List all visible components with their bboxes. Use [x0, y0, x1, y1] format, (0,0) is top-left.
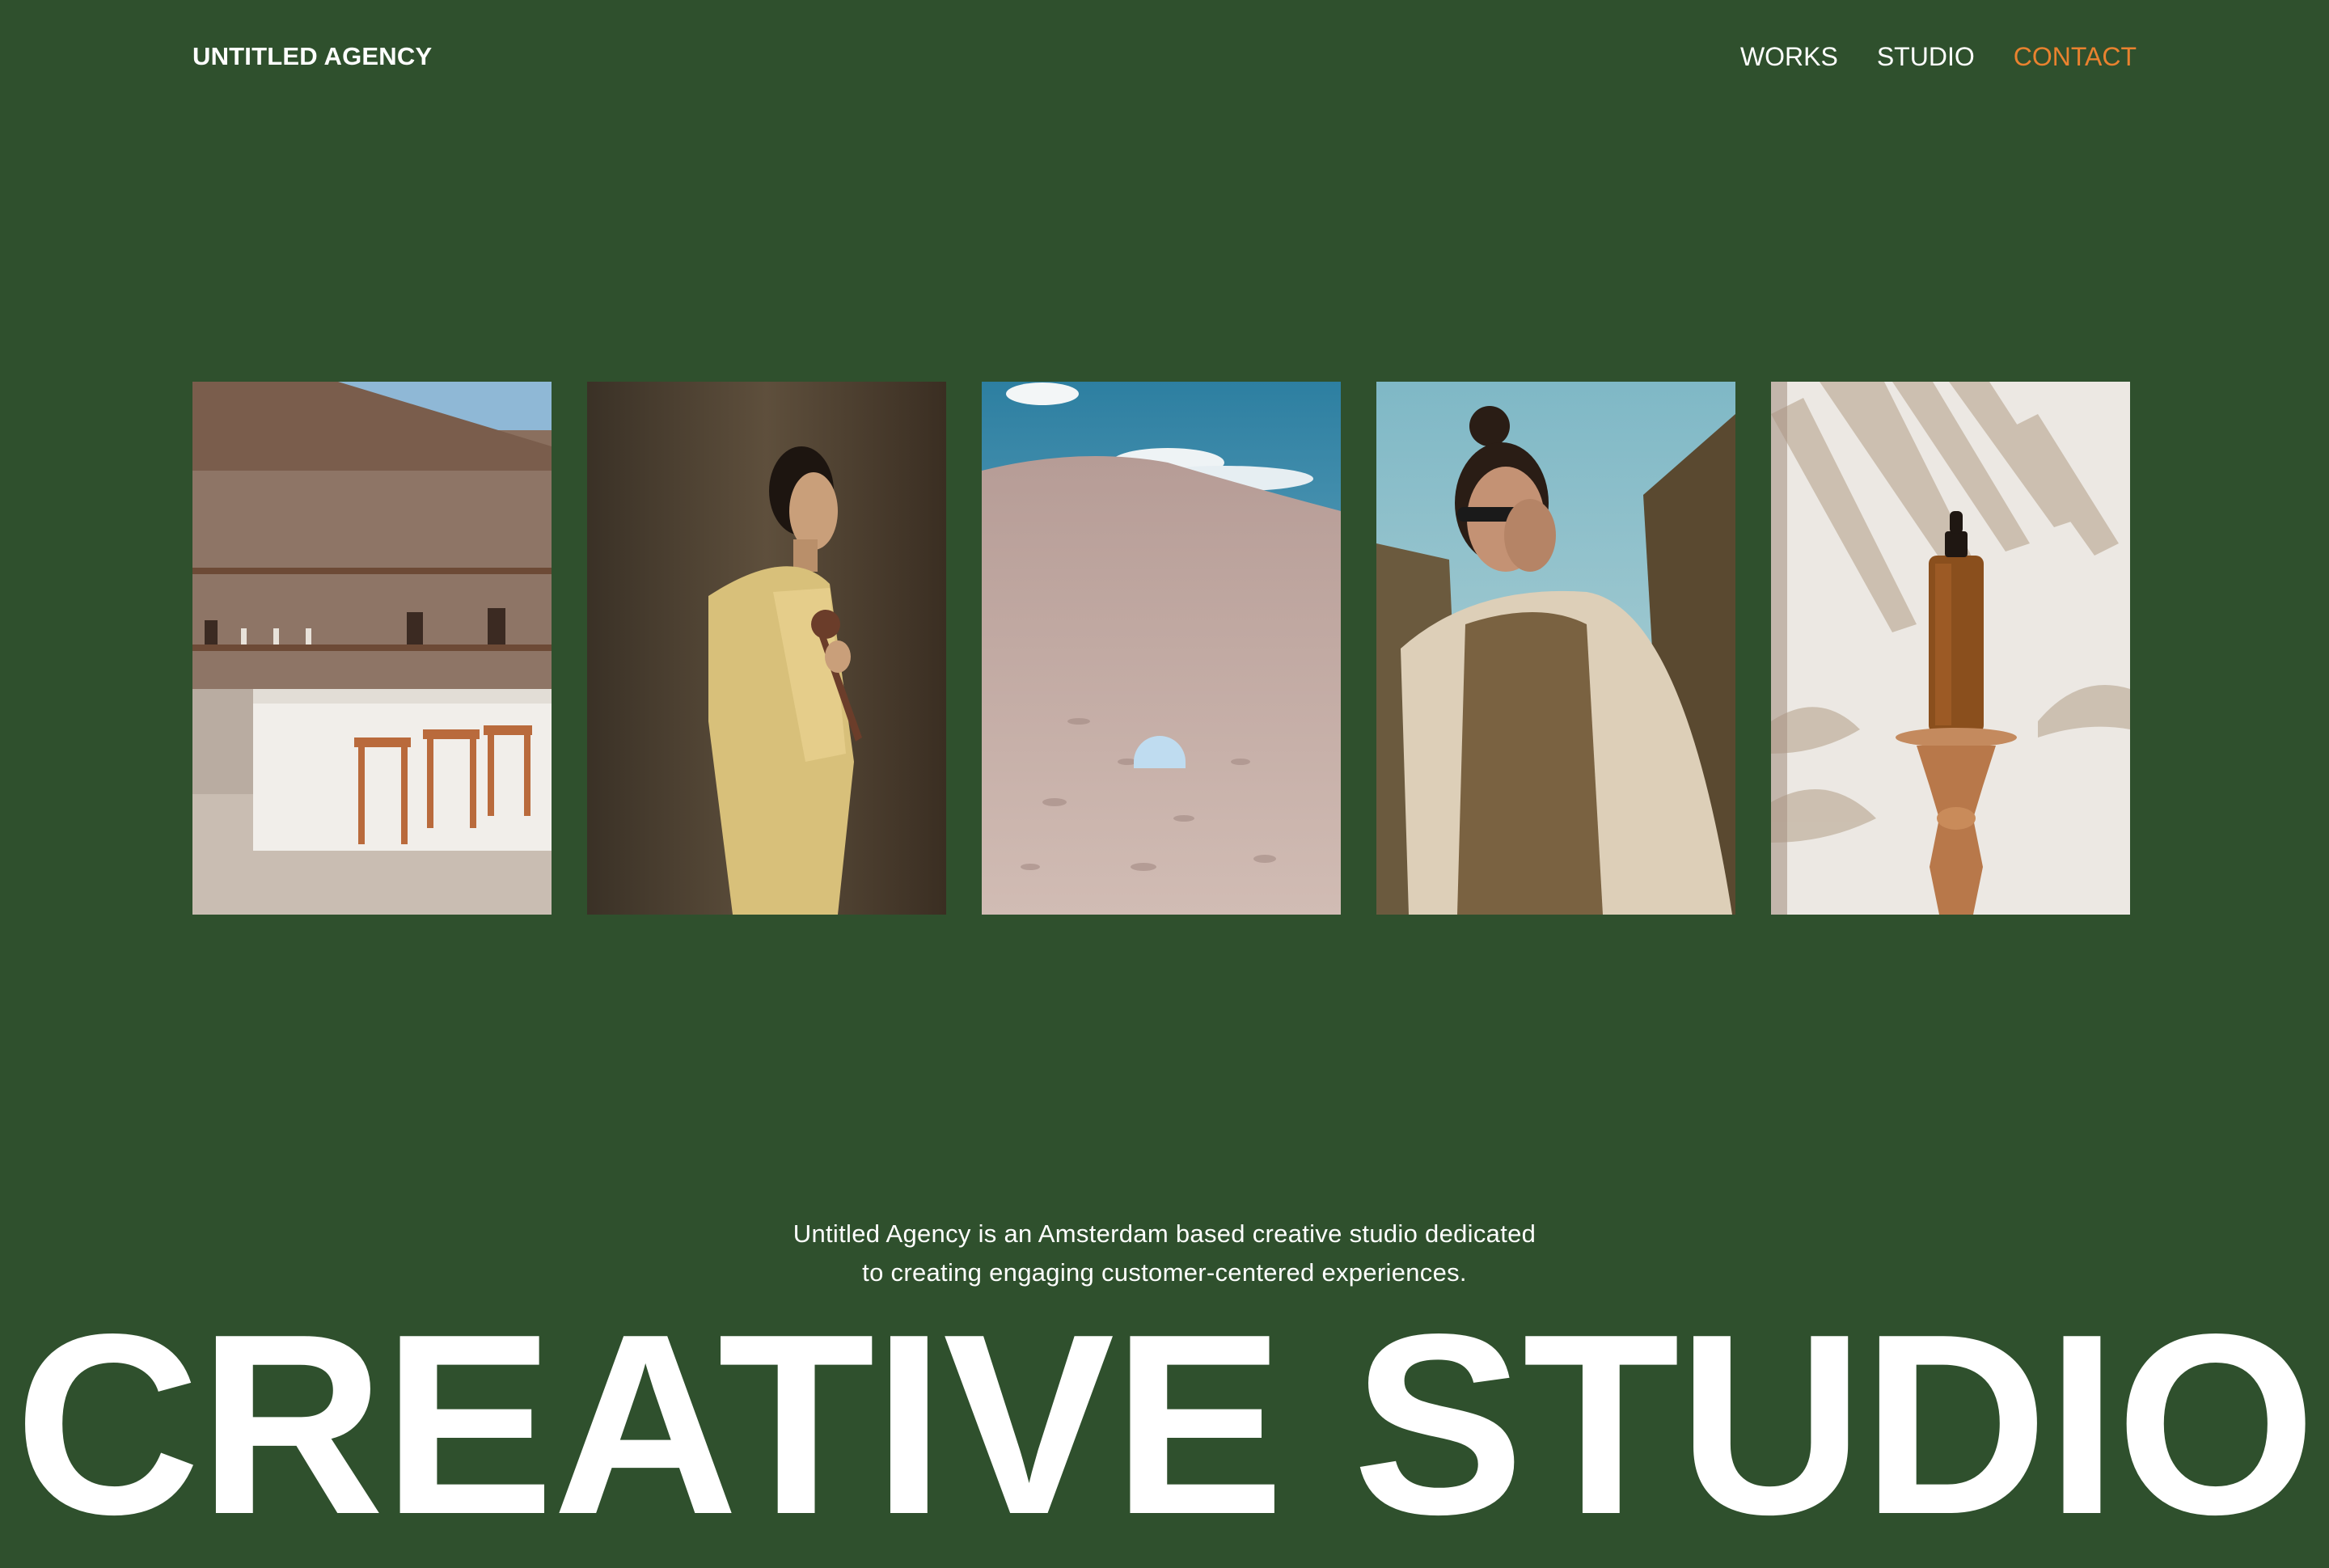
- nav-link-works[interactable]: WORKS: [1740, 40, 1838, 73]
- photo-woman-profile[interactable]: [587, 382, 946, 915]
- main-nav: WORKS STUDIO CONTACT: [1740, 40, 2137, 73]
- nav-link-contact[interactable]: CONTACT: [2014, 40, 2137, 73]
- hero-title: CREATIVE STUDIO: [15, 1281, 2316, 1568]
- photo-gallery: [192, 382, 2130, 915]
- about-line-1: Untitled Agency is an Amsterdam based cr…: [793, 1219, 1536, 1248]
- photo-kitchen-bar[interactable]: [192, 382, 552, 915]
- photo-desert-dune[interactable]: [982, 382, 1341, 915]
- agency-logo[interactable]: UNTITLED AGENCY: [192, 40, 432, 73]
- photo-woman-sunglasses[interactable]: [1376, 382, 1735, 915]
- nav-link-studio[interactable]: STUDIO: [1877, 40, 1975, 73]
- photo-serum-bottle[interactable]: [1771, 382, 2130, 915]
